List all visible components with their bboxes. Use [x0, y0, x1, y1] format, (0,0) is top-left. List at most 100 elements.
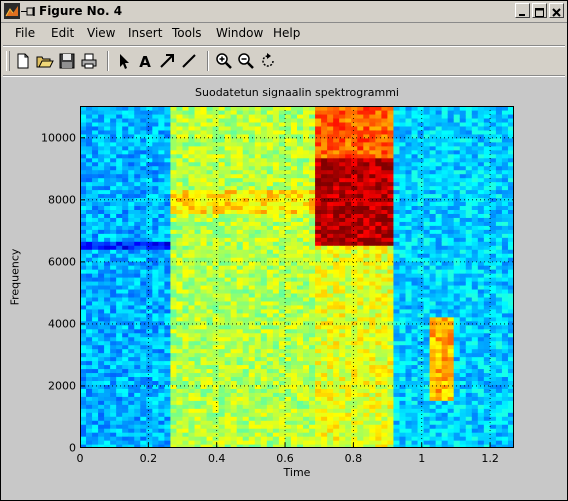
spectrogram-cell: [164, 440, 172, 445]
spectrogram-cell: [152, 141, 159, 147]
spectrogram-cell: [387, 253, 395, 258]
spectrogram-cell: [218, 396, 226, 401]
title-bar[interactable]: Figure No. 4: [1, 1, 567, 23]
spectrogram-cell: [369, 225, 376, 230]
menu-tools[interactable]: Tools: [172, 26, 202, 40]
toolbar-grip[interactable]: [6, 51, 10, 71]
spectrogram-cell: [242, 129, 250, 135]
spectrogram-cell: [345, 320, 352, 326]
spectrogram-cell: [290, 153, 298, 159]
spectrogram-cell: [110, 364, 117, 370]
spectrogram-cell: [387, 106, 395, 111]
spectrogram-cell: [369, 420, 376, 425]
spectrogram-cell: [260, 432, 268, 437]
spectrogram-cell: [303, 300, 310, 306]
spectrogram-cell: [381, 440, 389, 445]
maximize-button[interactable]: [532, 3, 547, 18]
spectrogram-cell: [315, 113, 322, 119]
spectrogram-cell: [290, 125, 298, 131]
rotate-3d-icon[interactable]: [258, 51, 278, 71]
spectrogram-cell: [278, 145, 286, 151]
spectrogram-cell: [236, 189, 244, 195]
spectrogram-cell: [339, 432, 346, 437]
spectrogram-cell: [272, 121, 280, 127]
spectrogram-cell: [248, 436, 256, 441]
spectrogram-cell: [110, 257, 117, 262]
spectrogram-cell: [86, 233, 93, 238]
spectrogram-cell: [242, 213, 250, 218]
spectrogram-cell: [357, 241, 364, 246]
spectrogram-cell: [345, 344, 352, 350]
spectrogram-cell: [369, 372, 376, 378]
spectrogram-cell: [423, 217, 431, 222]
pin-icon[interactable]: [21, 6, 36, 17]
spectrogram-cell: [104, 153, 111, 159]
spectrogram-cell: [303, 404, 310, 409]
spectrogram-cell: [363, 388, 370, 393]
spectrogram-cell: [146, 368, 153, 374]
spectrogram-cell: [236, 320, 244, 326]
spectrogram-cell: [272, 106, 280, 111]
spectrogram-cell: [284, 300, 292, 306]
spectrogram-cell: [218, 312, 226, 318]
spectrogram-cell: [339, 348, 346, 354]
matlab-app-icon[interactable]: [4, 3, 20, 19]
minimize-button[interactable]: [515, 3, 530, 18]
spectrogram-axes[interactable]: [80, 106, 514, 448]
spectrogram-cell: [327, 384, 334, 389]
spectrogram-cell: [303, 328, 310, 334]
menu-view[interactable]: View: [87, 26, 115, 40]
spectrogram-cell: [224, 344, 232, 350]
spectrogram-cell: [381, 388, 389, 393]
spectrogram-cell: [236, 416, 244, 421]
spectrogram-cell: [206, 316, 214, 322]
spectrogram-cell: [236, 113, 244, 119]
spectrogram-cell: [284, 157, 292, 163]
spectrogram-cell: [92, 153, 99, 159]
spectrogram-cell: [411, 265, 419, 270]
spectrogram-cell: [140, 384, 147, 389]
spectrogram-cell: [86, 424, 93, 429]
menu-window[interactable]: Window: [216, 26, 263, 40]
spectrogram-cell: [200, 205, 208, 210]
menu-help[interactable]: Help: [273, 26, 300, 40]
spectrogram-cell: [405, 400, 413, 405]
insert-text-icon[interactable]: A: [135, 51, 155, 71]
spectrogram-cell: [363, 312, 370, 318]
spectrogram-cell: [357, 364, 364, 370]
insert-arrow-icon[interactable]: [157, 51, 177, 71]
save-icon[interactable]: [57, 51, 77, 71]
zoom-out-icon[interactable]: [236, 51, 256, 71]
spectrogram-cell: [104, 257, 111, 262]
spectrogram-cell: [333, 288, 340, 294]
spectrogram-cell: [212, 352, 220, 358]
spectrogram-cell: [327, 277, 334, 282]
spectrogram-cell: [381, 308, 389, 314]
spectrogram-cell: [266, 153, 274, 159]
insert-line-icon[interactable]: [179, 51, 199, 71]
menu-edit[interactable]: Edit: [51, 26, 74, 40]
spectrogram-cell: [140, 292, 147, 298]
spectrogram-cell: [254, 352, 262, 358]
open-file-icon[interactable]: [35, 51, 55, 71]
close-button[interactable]: [549, 3, 564, 18]
spectrogram-cell: [417, 392, 425, 397]
spectrogram-cell: [80, 324, 87, 330]
select-arrow-icon[interactable]: [114, 51, 134, 71]
spectrogram-cell: [315, 384, 322, 389]
spectrogram-cell: [266, 280, 274, 286]
spectrogram-cell: [351, 193, 358, 199]
spectrogram-cell: [266, 265, 274, 270]
spectrogram-cell: [357, 340, 364, 346]
new-file-icon[interactable]: [13, 51, 33, 71]
spectrogram-cell: [92, 221, 99, 226]
zoom-in-icon[interactable]: [214, 51, 234, 71]
menu-file[interactable]: File: [15, 26, 35, 40]
spectrogram-cell: [357, 308, 364, 314]
print-icon[interactable]: [79, 51, 99, 71]
menu-insert[interactable]: Insert: [128, 26, 162, 40]
spectrogram-cell: [224, 213, 232, 218]
spectrogram-cell: [146, 288, 153, 294]
spectrogram-cell: [140, 145, 147, 151]
spectrogram-cell: [242, 304, 250, 310]
